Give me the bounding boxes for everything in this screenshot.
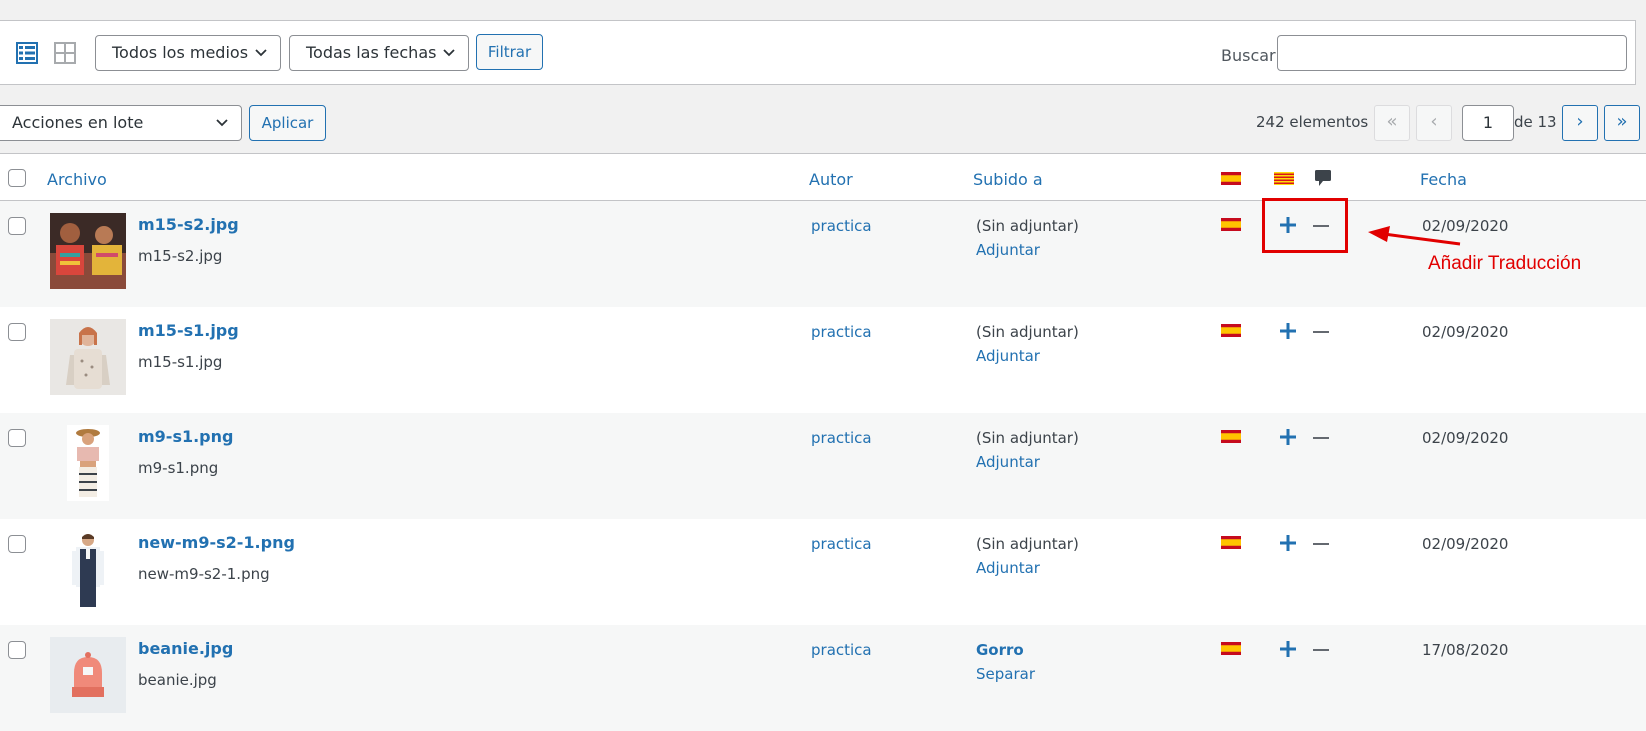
attached-status: (Sin adjuntar) <box>976 217 1079 235</box>
file-title-link[interactable]: new-m9-s2-1.png <box>138 533 295 552</box>
row-checkbox[interactable] <box>8 217 26 235</box>
row-checkbox[interactable] <box>8 641 26 659</box>
add-translation-plus-icon[interactable] <box>1278 321 1298 341</box>
filter-button[interactable]: Filtrar <box>476 34 543 70</box>
column-file[interactable]: Archivo <box>47 170 107 189</box>
no-comments-dash <box>1313 543 1329 545</box>
attach-link[interactable]: Adjuntar <box>976 453 1040 471</box>
flag-spain-icon <box>1221 172 1241 185</box>
table-row: m15-s2.jpg m15-s2.jpg practica (Sin adju… <box>0 201 1646 307</box>
search-input[interactable] <box>1277 35 1627 71</box>
file-name: m15-s2.jpg <box>138 247 223 265</box>
annotation-arrow-icon <box>1368 226 1461 246</box>
attach-link[interactable]: Adjuntar <box>976 241 1040 259</box>
file-title-link[interactable]: beanie.jpg <box>138 639 233 658</box>
table-row: beanie.jpg beanie.jpg practica Gorro Sep… <box>0 625 1646 731</box>
items-count: 242 elementos <box>1256 113 1369 131</box>
table-header: Archivo Autor Subido a Fecha <box>0 154 1646 201</box>
bulk-actions-value: Acciones en lote <box>12 113 144 132</box>
annotation-label: Añadir Traducción <box>1428 253 1582 274</box>
attached-parent-link[interactable]: Gorro <box>976 641 1024 659</box>
author-link[interactable]: practica <box>811 641 872 659</box>
file-name: beanie.jpg <box>138 671 217 689</box>
flag-spain-icon <box>1221 218 1241 231</box>
column-author[interactable]: Autor <box>809 170 853 189</box>
detach-link[interactable]: Separar <box>976 665 1035 683</box>
bulk-actions-select[interactable]: Acciones en lote <box>0 105 242 141</box>
author-link[interactable]: practica <box>811 323 872 341</box>
comment-bubble-icon <box>1315 170 1331 186</box>
date-select[interactable]: Todas las fechas <box>289 35 469 71</box>
chevron-down-icon <box>216 119 228 127</box>
add-translation-plus-icon[interactable] <box>1278 533 1298 553</box>
flag-catalonia-icon <box>1274 172 1294 185</box>
current-page-input[interactable]: 1 <box>1462 105 1514 141</box>
last-page-button[interactable]: » <box>1604 105 1640 141</box>
column-date[interactable]: Fecha <box>1420 170 1467 189</box>
file-name: m15-s1.jpg <box>138 353 223 371</box>
row-checkbox[interactable] <box>8 323 26 341</box>
author-link[interactable]: practica <box>811 429 872 447</box>
file-name: m9-s1.png <box>138 459 219 477</box>
grid-view-icon[interactable] <box>53 41 77 65</box>
upload-date: 02/09/2020 <box>1422 429 1509 447</box>
media-type-select[interactable]: Todos los medios <box>95 35 281 71</box>
file-title-link[interactable]: m15-s2.jpg <box>138 215 239 234</box>
select-all-checkbox[interactable] <box>8 169 26 187</box>
prev-page-button[interactable]: ‹ <box>1416 105 1452 141</box>
apply-button[interactable]: Aplicar <box>249 105 326 141</box>
total-pages: de 13 <box>1514 113 1557 131</box>
add-translation-plus-icon[interactable] <box>1278 639 1298 659</box>
media-thumbnail[interactable] <box>50 637 126 713</box>
media-thumbnail[interactable] <box>50 531 126 607</box>
upload-date: 02/09/2020 <box>1422 535 1509 553</box>
chevron-down-icon <box>443 49 455 57</box>
search-label: Buscar <box>1221 46 1276 65</box>
attach-link[interactable]: Adjuntar <box>976 559 1040 577</box>
upload-date: 02/09/2020 <box>1422 323 1509 341</box>
media-thumbnail[interactable] <box>50 425 126 501</box>
no-comments-dash <box>1313 649 1329 651</box>
first-page-button[interactable]: « <box>1374 105 1410 141</box>
table-row: new-m9-s2-1.png new-m9-s2-1.png practica… <box>0 519 1646 625</box>
upload-date: 17/08/2020 <box>1422 641 1509 659</box>
chevron-down-icon <box>255 49 267 57</box>
attached-status: (Sin adjuntar) <box>976 323 1079 341</box>
column-uploaded-to[interactable]: Subido a <box>973 170 1043 189</box>
media-thumbnail[interactable] <box>50 319 126 395</box>
attached-status: (Sin adjuntar) <box>976 429 1079 447</box>
attach-link[interactable]: Adjuntar <box>976 347 1040 365</box>
author-link[interactable]: practica <box>811 535 872 553</box>
media-thumbnail[interactable] <box>50 213 126 289</box>
media-toolbar: Todos los medios Todas las fechas Filtra… <box>0 20 1636 85</box>
date-select-value: Todas las fechas <box>306 43 437 62</box>
add-translation-plus-icon[interactable] <box>1278 427 1298 447</box>
no-comments-dash <box>1313 437 1329 439</box>
row-checkbox[interactable] <box>8 535 26 553</box>
no-comments-dash <box>1313 331 1329 333</box>
flag-spain-icon <box>1221 324 1241 337</box>
next-page-button[interactable]: › <box>1562 105 1598 141</box>
row-checkbox[interactable] <box>8 429 26 447</box>
flag-spain-icon <box>1221 430 1241 443</box>
file-name: new-m9-s2-1.png <box>138 565 270 583</box>
view-switch <box>15 41 77 65</box>
flag-spain-icon <box>1221 642 1241 655</box>
attached-status: (Sin adjuntar) <box>976 535 1079 553</box>
list-view-icon[interactable] <box>15 41 39 65</box>
table-row: m9-s1.png m9-s1.png practica (Sin adjunt… <box>0 413 1646 519</box>
flag-spain-icon <box>1221 536 1241 549</box>
media-type-select-value: Todos los medios <box>112 43 249 62</box>
author-link[interactable]: practica <box>811 217 872 235</box>
file-title-link[interactable]: m9-s1.png <box>138 427 233 446</box>
file-title-link[interactable]: m15-s1.jpg <box>138 321 239 340</box>
annotation-highlight-box <box>1262 198 1348 253</box>
table-row: m15-s1.jpg m15-s1.jpg practica (Sin adju… <box>0 307 1646 413</box>
